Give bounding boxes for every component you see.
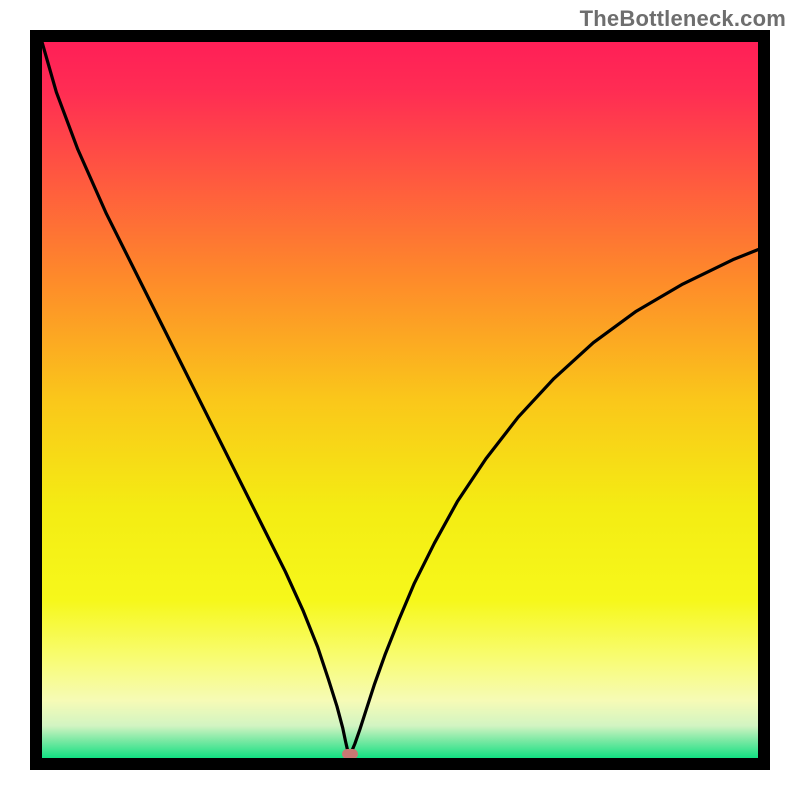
- chart-frame: [30, 30, 770, 770]
- optimum-marker: [342, 749, 358, 758]
- plot-area: [42, 42, 758, 758]
- watermark-text: TheBottleneck.com: [580, 6, 786, 32]
- bottleneck-curve: [42, 42, 758, 758]
